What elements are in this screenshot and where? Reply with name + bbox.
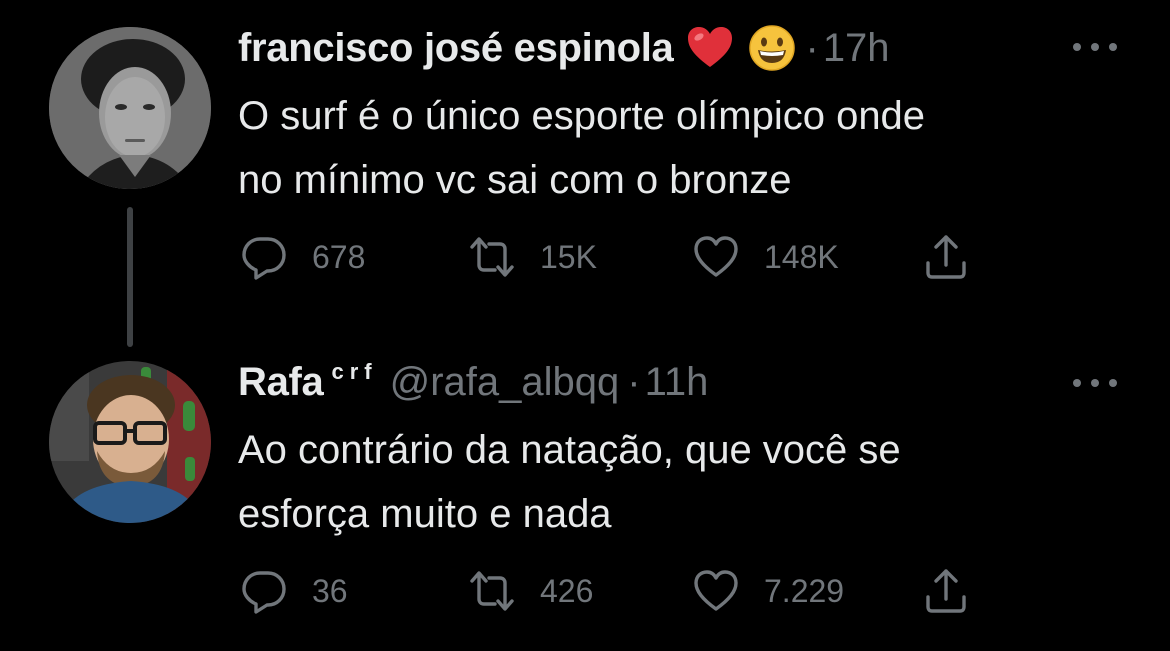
tweet[interactable]: francisco josé espinola · 17h O surf é o… <box>0 0 1170 347</box>
retweet-button[interactable]: 426 <box>468 566 593 616</box>
like-button[interactable]: 148K <box>692 232 839 282</box>
tweet-text: Ao contrário da natação, que você se esf… <box>238 418 1138 546</box>
red-heart-icon <box>685 23 735 73</box>
like-button[interactable]: 7.229 <box>692 566 844 616</box>
retweet-button[interactable]: 15K <box>468 232 597 282</box>
like-count: 7.229 <box>764 572 845 609</box>
timestamp[interactable]: 11h <box>645 360 709 405</box>
reply-icon <box>242 237 286 280</box>
heart-icon <box>694 570 738 611</box>
share-button[interactable] <box>922 232 970 282</box>
tweet-text-line: esforça muito e nada <box>238 492 612 536</box>
retweet-icon <box>470 237 514 277</box>
name-suffix: crf <box>331 359 378 384</box>
avatar[interactable] <box>49 361 211 523</box>
reply-button[interactable]: 678 <box>240 232 365 282</box>
reply-button[interactable]: 36 <box>240 566 348 616</box>
retweet-count: 426 <box>540 572 594 609</box>
reply-icon <box>242 571 286 614</box>
share-button[interactable] <box>922 566 970 616</box>
handle[interactable]: @rafa_albqq <box>390 360 620 405</box>
retweet-icon <box>470 571 514 611</box>
more-options-icon[interactable] <box>1073 40 1117 54</box>
share-icon <box>926 569 966 613</box>
retweet-count: 15K <box>540 238 597 275</box>
tweet-actions: 36 426 7.229 <box>240 566 1000 616</box>
avatar-image <box>49 361 211 523</box>
tweet-header: francisco josé espinola · 17h <box>238 18 890 78</box>
tweet-text-line: no mínimo vc sai com o bronze <box>238 158 792 202</box>
tweet-actions: 678 15K 148K <box>240 232 1000 282</box>
grinning-face-icon <box>747 23 797 73</box>
reply-count: 678 <box>312 238 366 275</box>
more-options-icon[interactable] <box>1073 376 1117 390</box>
display-name[interactable]: Rafa <box>238 360 324 405</box>
tweet[interactable]: Rafa crf @rafa_albqq · 11h Ao contrário … <box>0 330 1170 651</box>
display-name[interactable]: francisco josé espinola <box>238 26 674 71</box>
share-icon <box>926 235 966 279</box>
tweet-text: O surf é o único esporte olímpico onde n… <box>238 84 1138 212</box>
avatar[interactable] <box>49 27 211 189</box>
avatar-image <box>49 27 211 189</box>
separator-dot: · <box>627 359 641 404</box>
like-count: 148K <box>764 238 839 275</box>
timestamp[interactable]: 17h <box>823 26 890 71</box>
tweet-text-line: Ao contrário da natação, que você se <box>238 428 901 472</box>
separator-dot: · <box>805 25 819 70</box>
tweet-text-line: O surf é o único esporte olímpico onde <box>238 94 926 138</box>
reply-count: 36 <box>312 572 348 609</box>
thread-line <box>127 207 133 347</box>
heart-icon <box>694 236 738 277</box>
tweet-header: Rafa crf @rafa_albqq · 11h <box>238 352 708 412</box>
